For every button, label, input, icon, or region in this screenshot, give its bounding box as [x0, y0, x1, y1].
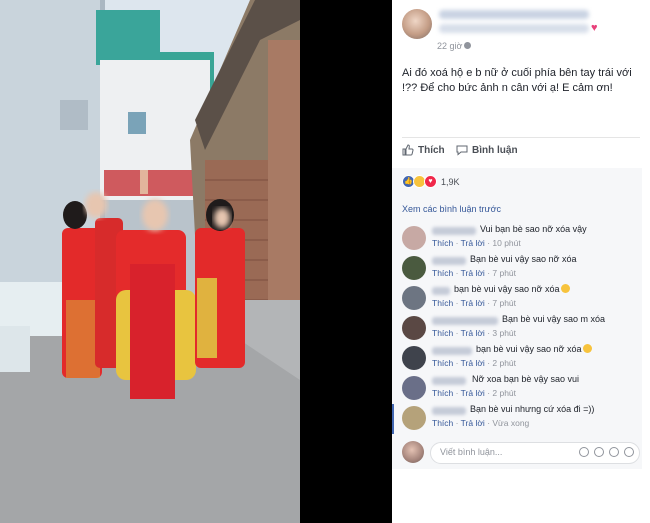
reaction-count: 1,9K	[441, 176, 460, 187]
commenter-avatar[interactable]	[402, 256, 426, 280]
post-caption: Ai đó xoá hộ e b nữ ở cuối phía bên tay …	[402, 67, 632, 94]
comment-item: bạn bè vui vậy sao nỡ xóa Thích · Trả lờ…	[402, 344, 642, 374]
comment-icon	[456, 145, 468, 156]
commenter-name-blurred[interactable]	[432, 347, 472, 355]
composer-icons	[579, 447, 634, 457]
love-reaction-icon: ♥	[424, 175, 437, 188]
comment-time[interactable]: 2 phút	[492, 358, 516, 368]
comment-reply-link[interactable]: Trả lời	[461, 268, 485, 278]
comment-item: Bạn bè vui nhưng cứ xóa đi =)) Thích · T…	[402, 404, 642, 434]
comment-item: Bạn bè vui vậy sao nỡ xóa Thích · Trả lờ…	[402, 254, 642, 284]
comment-meta: Thích · Trả lời · 7 phút	[432, 298, 517, 308]
comment-time[interactable]: 7 phút	[492, 298, 516, 308]
comment-text: Bạn bè vui vậy sao nỡ xóa	[470, 254, 577, 264]
comment-reply-link[interactable]: Trả lời	[461, 298, 485, 308]
comment-composer: Viết bình luận...	[402, 439, 640, 467]
commenter-avatar[interactable]	[402, 226, 426, 250]
comment-time[interactable]: 2 phút	[492, 388, 516, 398]
heart-icon: ♥	[591, 22, 598, 34]
comment-time[interactable]: 10 phút	[492, 238, 520, 248]
comment-like-link[interactable]: Thích	[432, 268, 453, 278]
commenter-name-blurred[interactable]	[432, 317, 498, 325]
comment-reply-link[interactable]: Trả lời	[461, 358, 485, 368]
commenter-name-blurred[interactable]	[432, 227, 476, 235]
comment-time[interactable]: 7 phút	[492, 268, 516, 278]
commenter-name-blurred[interactable]	[432, 407, 466, 415]
author-avatar[interactable]	[402, 9, 432, 39]
comment-text: Nỡ xoa bạn bè vậy sao vui	[472, 374, 579, 384]
comment-meta: Thích · Trả lời · Vừa xong	[432, 418, 530, 428]
selected-comment-indicator	[392, 404, 394, 434]
globe-icon	[464, 42, 471, 49]
comment-like-link[interactable]: Thích	[432, 298, 453, 308]
comment-input-placeholder: Viết bình luận...	[440, 447, 503, 457]
comment-item: Vui bạn bè sao nỡ xóa vậy Thích · Trả lờ…	[402, 224, 642, 254]
like-icon	[402, 144, 414, 156]
comment-item: Nỡ xoa bạn bè vậy sao vui Thích · Trả lờ…	[402, 374, 642, 404]
comment-like-link[interactable]: Thích	[432, 358, 453, 368]
camera-icon[interactable]	[594, 447, 604, 457]
author-name-blurred[interactable]	[439, 10, 589, 19]
comment-meta: Thích · Trả lời · 2 phút	[432, 358, 517, 368]
comment-like-link[interactable]: Thích	[432, 418, 453, 428]
photo-illustration	[0, 0, 300, 523]
comment-text: bạn bè vui vậy sao nỡ xóa	[476, 344, 593, 354]
comment-time[interactable]: 3 phút	[492, 328, 516, 338]
commenter-name-blurred[interactable]	[432, 257, 466, 265]
comment-reply-link[interactable]: Trả lời	[461, 328, 485, 338]
current-user-avatar	[402, 441, 424, 463]
smile-emoji-icon	[583, 344, 593, 353]
commenter-avatar[interactable]	[402, 346, 426, 370]
reaction-summary[interactable]: 👍 ♥ 1,9K	[402, 175, 460, 188]
view-previous-comments-link[interactable]: Xem các bình luận trước	[402, 204, 501, 214]
comment-item: bạn bè vui vậy sao nỡ xóa Thích · Trả lờ…	[402, 284, 642, 314]
comment-meta: Thích · Trả lời · 2 phút	[432, 388, 517, 398]
emoji-icon[interactable]	[579, 447, 589, 457]
comment-like-link[interactable]: Thích	[432, 238, 453, 248]
comment-meta: Thích · Trả lời · 10 phút	[432, 238, 521, 248]
commenter-avatar[interactable]	[402, 376, 426, 400]
commenter-avatar[interactable]	[402, 316, 426, 340]
sticker-icon[interactable]	[624, 447, 634, 457]
facebook-photo-viewer: ♥ 22 giờ Ai đó xoá hộ e b nữ ở cuối phía…	[0, 0, 650, 523]
comment-reply-link[interactable]: Trả lời	[461, 418, 485, 428]
comment-meta: Thích · Trả lời · 7 phút	[432, 268, 517, 278]
comment-reply-link[interactable]: Trả lời	[461, 238, 485, 248]
comment-meta: Thích · Trả lời · 3 phút	[432, 328, 517, 338]
post-time[interactable]: 22 giờ	[437, 41, 462, 51]
comment-button[interactable]: Bình luận	[456, 144, 518, 156]
comment-text: Bạn bè vui vậy sao m xóa	[502, 314, 606, 324]
smile-emoji-icon	[561, 284, 571, 293]
comment-label: Bình luận	[472, 144, 518, 156]
comment-text: bạn bè vui vậy sao nỡ xóa	[454, 284, 571, 294]
post-photo[interactable]	[0, 0, 300, 523]
commenter-name-blurred[interactable]	[432, 287, 450, 295]
post-header: ♥ 22 giờ	[392, 0, 650, 56]
like-button[interactable]: Thích	[402, 144, 445, 156]
comment-like-link[interactable]: Thích	[432, 388, 453, 398]
comment-item: Bạn bè vui vậy sao m xóa Thích · Trả lời…	[402, 314, 642, 344]
comment-text: Bạn bè vui nhưng cứ xóa đi =))	[470, 404, 595, 414]
comment-time[interactable]: Vừa xong	[492, 418, 529, 428]
author-subtitle-blurred	[439, 24, 589, 33]
gif-icon[interactable]	[609, 447, 619, 457]
comment-input[interactable]: Viết bình luận...	[430, 442, 640, 464]
comment-reply-link[interactable]: Trả lời	[461, 388, 485, 398]
post-actions: Thích Bình luận	[392, 140, 650, 164]
post-panel: ♥ 22 giờ Ai đó xoá hộ e b nữ ở cuối phía…	[392, 0, 650, 523]
commenter-name-blurred[interactable]	[432, 377, 466, 385]
comment-like-link[interactable]: Thích	[432, 328, 453, 338]
photo-letterbox	[300, 0, 392, 523]
comment-text: Vui bạn bè sao nỡ xóa vậy	[480, 224, 587, 234]
divider	[402, 137, 640, 138]
like-label: Thích	[418, 144, 445, 156]
commenter-avatar[interactable]	[402, 406, 426, 430]
commenter-avatar[interactable]	[402, 286, 426, 310]
comments-section: 👍 ♥ 1,9K Xem các bình luận trước Vui bạn…	[392, 168, 642, 469]
